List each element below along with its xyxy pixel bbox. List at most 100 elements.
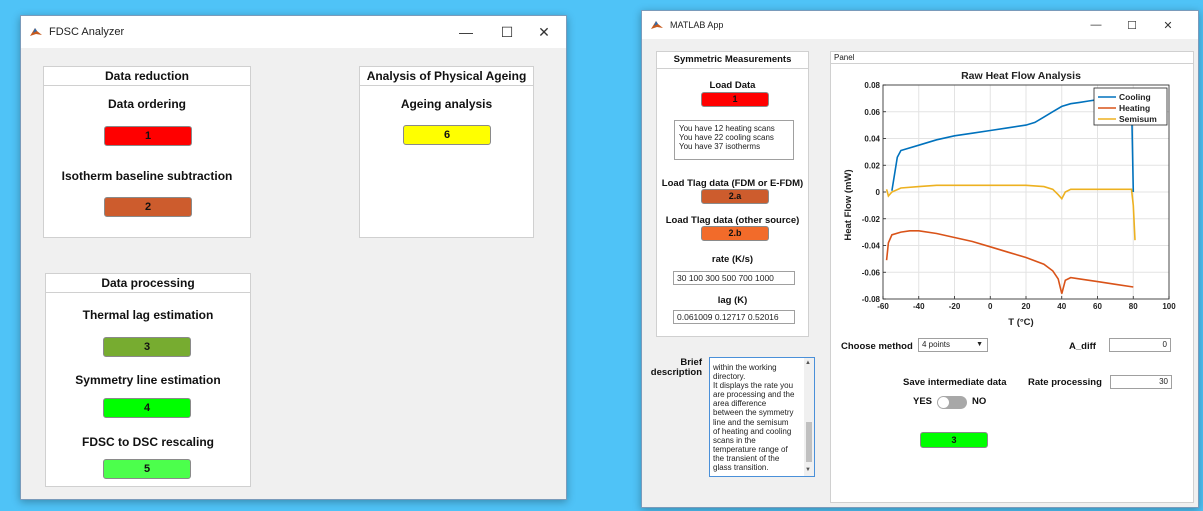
yes-label: YES <box>913 396 933 407</box>
panel-title: Analysis of Physical Ageing <box>360 67 533 86</box>
x-tick-label: 80 <box>1129 302 1138 311</box>
chart-title: Raw Heat Flow Analysis <box>961 70 1081 82</box>
data-ordering-label: Data ordering <box>107 97 186 111</box>
physical-ageing-panel: Analysis of Physical Ageing Ageing analy… <box>359 66 534 238</box>
panel-title: Panel <box>834 53 855 62</box>
description-text-area[interactable]: within the working directory. It display… <box>709 357 815 477</box>
cooling-scans-status: You have 22 cooling scans <box>679 133 774 142</box>
ageing-analysis-label: Ageing analysis <box>400 97 493 111</box>
method-dropdown[interactable]: 4 points ▼ <box>918 338 988 352</box>
symmetry-line-button[interactable]: 4 <box>103 398 191 418</box>
description-line: glass transition. <box>713 463 769 473</box>
lag-input[interactable]: 0.061009 0.12717 0.52016 <box>673 310 795 324</box>
fdsc-dsc-rescaling-label: FDSC to DSC rescaling <box>81 435 215 449</box>
matlab-titlebar[interactable]: MATLAB App — ☐ ✕ <box>642 11 1198 39</box>
data-ordering-button[interactable]: 1 <box>104 126 192 146</box>
maximize-button[interactable]: ☐ <box>489 16 525 48</box>
y-tick-label: -0.02 <box>862 215 881 224</box>
run-processing-button[interactable]: 3 <box>920 432 988 448</box>
scrollbar-thumb[interactable] <box>806 422 812 462</box>
chart-x-label: T (°C) <box>1008 317 1033 328</box>
isotherms-status: You have 37 isotherms <box>679 142 761 151</box>
y-tick-label: -0.08 <box>862 295 881 304</box>
status-text-area: You have 12 heating scans You have 22 co… <box>674 120 794 160</box>
fdsc-dsc-rescaling-button[interactable]: 5 <box>103 459 191 479</box>
matlab-logo-icon <box>650 18 664 32</box>
description-line: area difference <box>713 399 767 409</box>
load-data-label: Load Data <box>709 80 756 91</box>
thermal-lag-label: Thermal lag estimation <box>82 308 214 322</box>
maximize-button[interactable]: ☐ <box>1114 11 1150 39</box>
close-button[interactable]: ✕ <box>526 16 562 48</box>
matlab-app-window: MATLAB App — ☐ ✕ Symmetric Measurements … <box>641 10 1199 508</box>
no-label: NO <box>972 396 987 407</box>
y-tick-label: -0.06 <box>862 268 881 277</box>
description-line: of heating and cooling <box>713 426 792 436</box>
brief-description-label: Brief description <box>644 358 702 378</box>
window-title: FDSC Analyzer <box>49 26 125 38</box>
rate-label: rate (K/s) <box>711 254 754 265</box>
description-line: the transient of the <box>713 453 780 463</box>
description-line: between the symmetry <box>713 408 794 418</box>
minimize-button[interactable]: — <box>1078 11 1114 39</box>
load-data-button[interactable]: 1 <box>701 92 769 107</box>
save-intermediate-label: Save intermediate data <box>903 377 1007 388</box>
x-tick-label: 60 <box>1093 302 1102 311</box>
method-selected: 4 points <box>922 340 951 349</box>
data-processing-panel: Data processing Thermal lag estimation 3… <box>45 273 251 487</box>
panel-title: Data processing <box>46 274 250 293</box>
panel-title-divider <box>831 63 1193 64</box>
scroll-up-icon[interactable]: ▲ <box>805 359 811 368</box>
legend-label: Cooling <box>1119 92 1151 102</box>
y-tick-label: 0 <box>876 188 881 197</box>
isotherm-baseline-button[interactable]: 2 <box>104 197 192 217</box>
thermal-lag-button[interactable]: 3 <box>103 337 191 357</box>
window-title: MATLAB App <box>670 20 724 30</box>
description-line: temperature range of <box>713 444 788 454</box>
description-line: scans in the <box>713 435 756 445</box>
description-line: line and the semisum <box>713 417 789 427</box>
load-tlag-fdm-label: Load Tlag data (FDM or E-FDM) <box>661 178 804 189</box>
chevron-down-icon: ▼ <box>976 341 983 348</box>
close-button[interactable]: ✕ <box>1150 11 1186 39</box>
save-toggle-switch[interactable] <box>937 396 967 409</box>
adiff-label: A_diff <box>1069 341 1096 352</box>
description-line: directory. <box>713 372 746 382</box>
data-reduction-panel: Data reduction Data ordering 1 Isotherm … <box>43 66 251 238</box>
panel-title: Data reduction <box>44 67 250 86</box>
fdsc-titlebar[interactable]: FDSC Analyzer — ☐ ✕ <box>21 16 566 48</box>
chart-y-label: Heat Flow (mW) <box>843 169 854 240</box>
matlab-logo-icon <box>29 25 43 39</box>
analysis-panel: Panel Raw Heat Flow Analysis Heat Flow (… <box>830 51 1194 503</box>
fdsc-analyzer-window: FDSC Analyzer — ☐ ✕ Data reduction Data … <box>20 15 567 500</box>
adiff-input[interactable]: 0 <box>1109 338 1171 352</box>
lag-label: lag (K) <box>717 295 748 306</box>
rate-input[interactable]: 30 100 300 500 700 1000 <box>673 271 795 285</box>
load-tlag-other-button[interactable]: 2.b <box>701 226 769 241</box>
x-tick-label: -40 <box>913 302 925 311</box>
ageing-analysis-button[interactable]: 6 <box>403 125 491 145</box>
y-tick-label: -0.04 <box>862 242 881 251</box>
y-tick-label: 0.02 <box>864 161 880 170</box>
panel-title: Symmetric Measurements <box>657 52 808 69</box>
description-line: It displays the rate you <box>713 381 794 391</box>
description-scrollbar[interactable]: ▲ ▼ <box>804 358 814 476</box>
x-tick-label: 20 <box>1022 302 1031 311</box>
minimize-button[interactable]: — <box>448 16 484 48</box>
x-tick-label: -20 <box>949 302 961 311</box>
x-tick-label: 40 <box>1057 302 1066 311</box>
choose-method-label: Choose method <box>841 341 913 352</box>
heat-flow-chart: Raw Heat Flow Analysis Heat Flow (mW) T … <box>843 70 1176 328</box>
description-line: are processing and the <box>713 390 795 400</box>
legend-label: Semisum <box>1119 114 1157 124</box>
symmetry-line-label: Symmetry line estimation <box>75 373 221 387</box>
description-line: within the working <box>713 363 777 372</box>
load-tlag-fdm-button[interactable]: 2.a <box>701 189 769 204</box>
x-tick-label: 100 <box>1162 302 1176 311</box>
y-tick-label: 0.08 <box>864 81 880 90</box>
scroll-down-icon[interactable]: ▼ <box>805 466 811 475</box>
brief-label-line2: description <box>650 367 702 378</box>
heating-scans-status: You have 12 heating scans <box>679 124 775 133</box>
y-tick-label: 0.06 <box>864 108 880 117</box>
rate-processing-input[interactable]: 30 <box>1110 375 1172 389</box>
